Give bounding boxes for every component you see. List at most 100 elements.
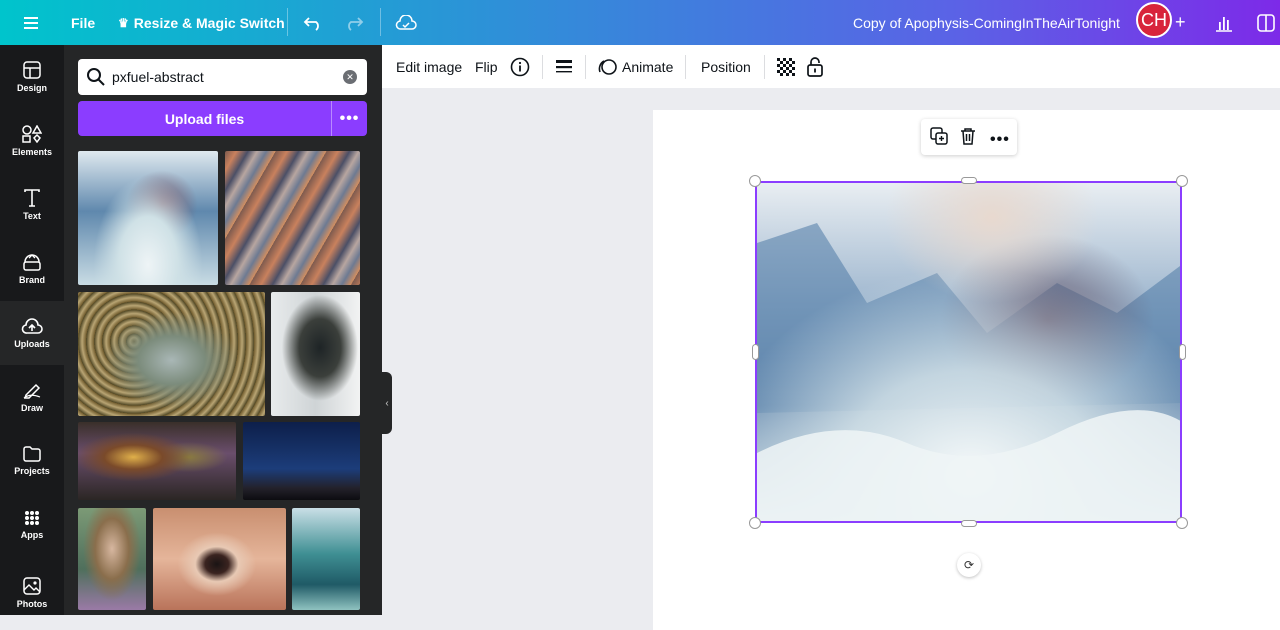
resize-handle-bottom-right[interactable] [1176,517,1188,529]
resize-label: Resize & Magic Switch [133,14,285,31]
menu-button[interactable] [24,0,40,45]
lock-button[interactable] [807,45,823,88]
undo-icon [303,16,319,31]
upload-files-button[interactable]: Upload files [78,101,331,136]
upload-thumbnail[interactable] [225,151,360,285]
animate-icon [598,58,617,75]
undo-button[interactable] [303,0,323,45]
position-button[interactable]: Position [701,45,751,88]
edit-image-button[interactable]: Edit image [396,45,462,88]
rotate-handle[interactable]: ⟳ [957,553,981,577]
text-icon [24,189,40,207]
upload-files-button-group: Upload files ••• [78,101,367,136]
info-button[interactable] [510,45,530,88]
pen-icon [23,383,41,399]
avatar[interactable]: CH [1136,2,1172,38]
transparency-button[interactable] [777,45,795,88]
redo-button[interactable] [344,0,364,45]
rail-item-photos[interactable]: Photos [0,561,64,625]
chevron-left-icon: ‹ [385,397,389,409]
rail-label: Projects [14,466,50,476]
context-toolbar: Edit image Flip Animate Position [382,45,1280,88]
upload-thumbnail[interactable] [78,508,146,610]
divider [542,55,543,79]
duplicate-button[interactable] [930,127,948,150]
rail-label: Photos [16,599,48,609]
file-menu-button[interactable]: File [71,0,95,45]
folder-icon [23,446,41,462]
rail-label: Draw [20,403,43,413]
search-icon [87,68,105,86]
info-icon [510,57,530,76]
more-icon: ••• [990,131,1010,148]
resize-handle-right[interactable] [1179,344,1186,360]
divider [287,8,288,36]
rail-label: Uploads [14,339,50,349]
element-floating-toolbar: ••• [921,119,1017,155]
resize-handle-left[interactable] [752,344,759,360]
selected-image[interactable] [755,181,1182,523]
insights-button[interactable] [1214,0,1234,45]
search-box: ✕ [78,59,367,95]
cloud-upload-icon [21,318,43,334]
bar-chart-icon [1216,16,1232,32]
redo-icon [348,16,364,31]
resize-handle-top-right[interactable] [1176,175,1188,187]
animate-label: Animate [622,58,674,75]
upload-thumbnail[interactable] [271,292,360,416]
rotate-icon: ⟳ [963,558,975,572]
border-style-button[interactable] [555,45,573,88]
rail-item-text[interactable]: Text [0,173,64,237]
rail-item-design[interactable]: Design [0,45,64,109]
rail-item-projects[interactable]: Projects [0,429,64,493]
grid-icon [25,511,39,525]
resize-handle-top[interactable] [961,177,977,184]
resize-handle-bottom[interactable] [961,520,977,527]
upload-thumbnail[interactable] [243,422,360,500]
upload-thumbnail[interactable] [292,508,360,610]
flip-button[interactable]: Flip [475,45,498,88]
watercolor-image [757,183,1180,521]
upload-more-button[interactable]: ••• [331,101,367,136]
resize-handle-bottom-left[interactable] [749,517,761,529]
save-status-button[interactable] [395,0,417,45]
delete-button[interactable] [960,127,976,150]
uploads-panel: ✕ Upload files ••• [64,45,382,615]
upload-thumbnail[interactable] [78,151,218,285]
rail-item-draw[interactable]: Draw [0,365,64,429]
rail-item-apps[interactable]: Apps [0,493,64,557]
brand-crown-icon [23,254,41,271]
rail-label: Apps [20,530,44,540]
clear-search-icon[interactable]: ✕ [343,70,357,84]
rail-label: Elements [11,147,53,157]
rail-item-brand[interactable]: Brand [0,237,64,301]
side-rail: Design Elements Text Brand Uploads Draw … [0,45,64,615]
rail-label: Text [23,211,41,221]
divider [380,8,381,36]
lock-icon [807,56,823,77]
collapse-panel-button[interactable]: ‹ [382,372,392,434]
rail-item-elements[interactable]: Elements [0,109,64,173]
document-title[interactable]: Copy of Apophysis-ComingInTheAirTonight [853,0,1120,45]
divider [585,55,586,79]
upload-thumbnail[interactable] [153,508,286,610]
upload-thumbnail[interactable] [78,292,265,416]
panel-icon [1257,13,1275,32]
rail-item-uploads[interactable]: Uploads [0,301,64,365]
animate-button[interactable]: Animate [598,45,673,88]
resize-button[interactable]: ♛ Resize & Magic Switch [118,0,285,45]
photo-icon [23,577,41,595]
resize-handle-top-left[interactable] [749,175,761,187]
search-input[interactable] [112,69,332,85]
hamburger-icon [24,16,38,29]
trash-icon [961,128,975,145]
top-bar: File ♛ Resize & Magic Switch Copy of Apo… [0,0,1280,45]
side-panel-button[interactable] [1257,0,1275,45]
sparkle-crown-icon: ♛ [118,15,129,30]
rail-label: Brand [18,275,45,285]
border-style-icon [556,59,572,72]
add-collaborator-button[interactable]: + [1175,0,1186,45]
cloud-saved-icon [395,14,417,30]
upload-thumbnail[interactable] [78,422,236,500]
rail-label: Design [16,83,47,93]
